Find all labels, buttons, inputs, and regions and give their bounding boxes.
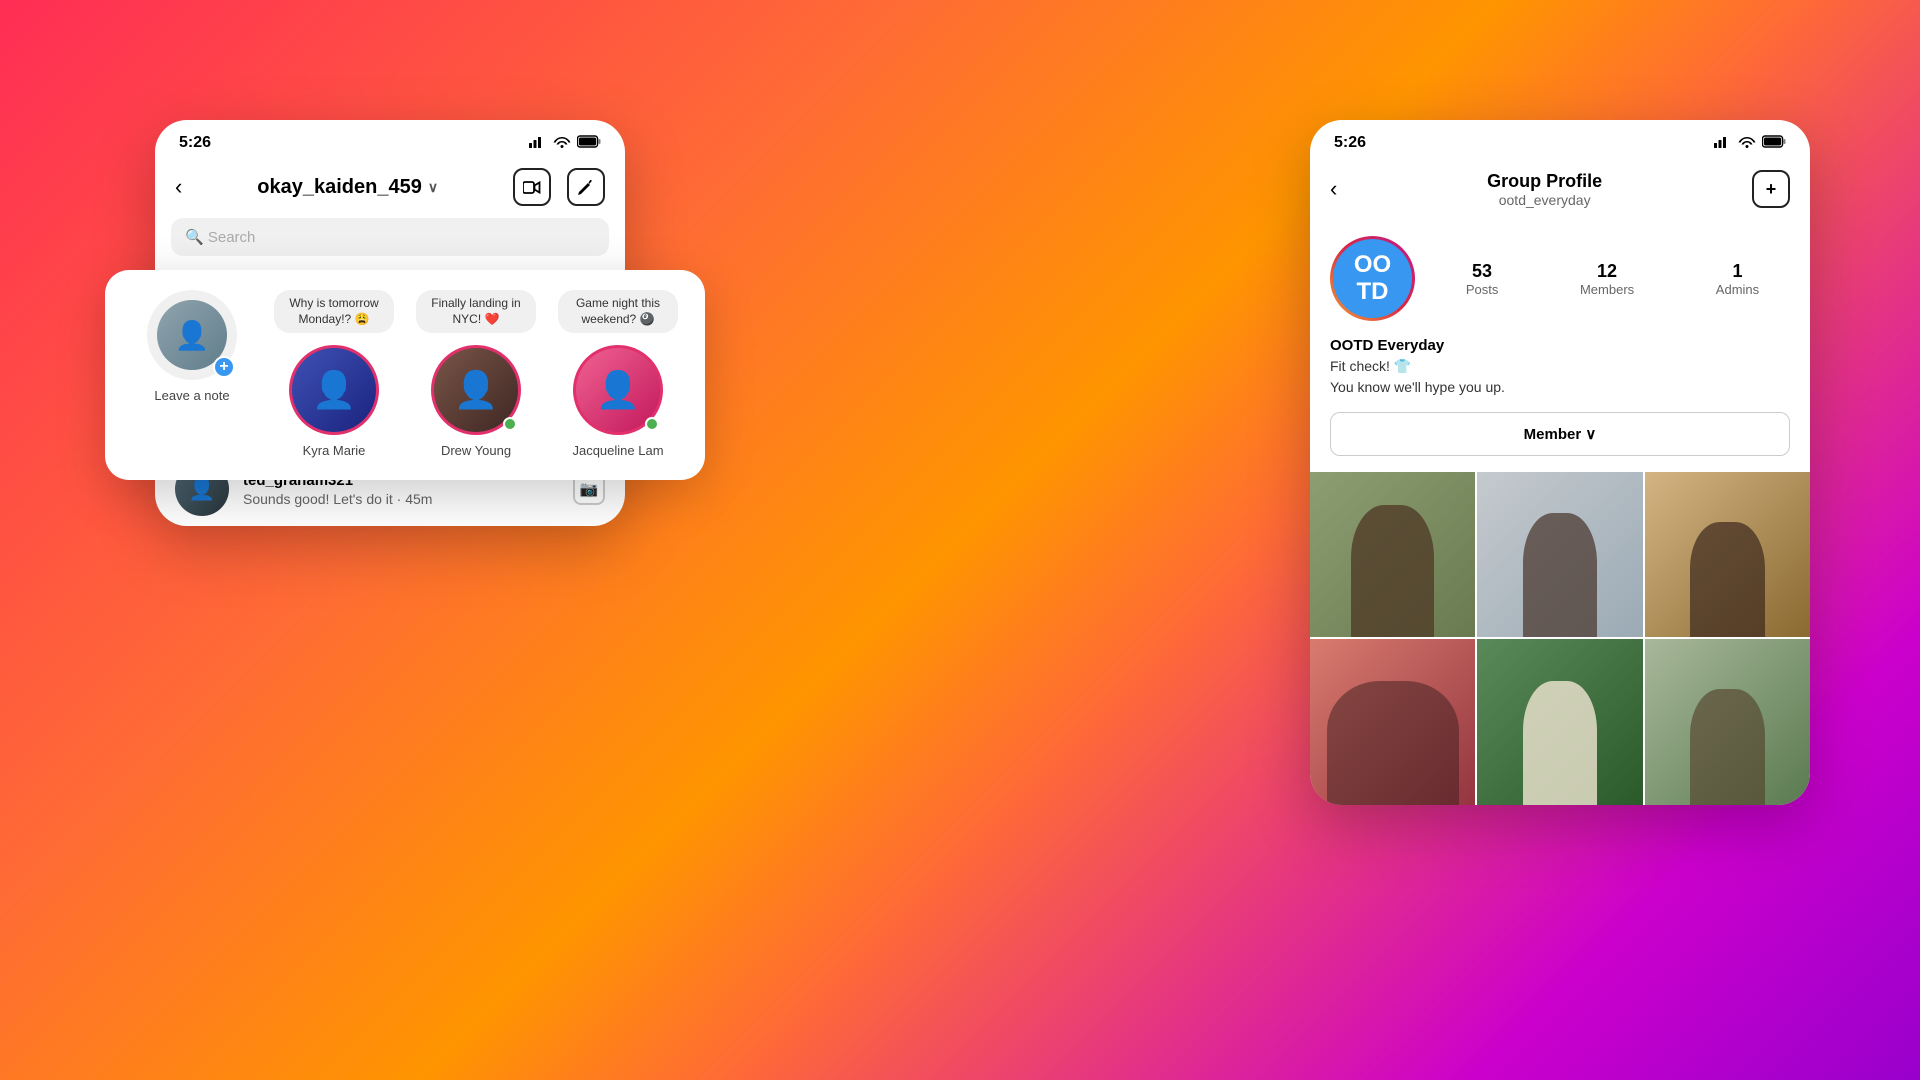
photo-cell-2[interactable] (1477, 472, 1642, 637)
story-label-jaq: Jacqueline Lam (572, 443, 663, 458)
edit-button[interactable] (567, 168, 605, 206)
back-button-right[interactable]: ‹ (1330, 176, 1337, 202)
story-avatar-kyra: 👤 (289, 345, 379, 435)
story-avatar-wrapper-drew: 👤 (431, 345, 521, 435)
photo-grid (1310, 472, 1810, 805)
video-call-button[interactable] (513, 168, 551, 206)
battery-icon-right (1762, 135, 1786, 152)
story-item-jaq[interactable]: Game night this weekend? 🎱 👤 Jacqueline … (555, 290, 681, 458)
group-nav: ‹ Group Profile ootd_everyday + (1310, 160, 1810, 220)
group-profile-section: OO TD 53 Posts 12 Members 1 Admins (1310, 220, 1810, 337)
nav-title-left: okay_kaiden_459 ∨ (257, 176, 438, 199)
time-right: 5:26 (1334, 134, 1366, 152)
group-profile-title: Group Profile (1487, 171, 1602, 192)
story-item-kyra[interactable]: Why is tomorrow Monday!? 😩 👤 Kyra Marie (271, 290, 397, 458)
status-icons-left (529, 134, 601, 152)
admins-label: Admins (1716, 282, 1759, 297)
status-bar-left: 5:26 (155, 120, 625, 160)
group-stats: 53 Posts 12 Members 1 Admins (1435, 261, 1790, 297)
time-left: 5:26 (179, 134, 211, 152)
nav-icons-left (513, 168, 605, 206)
bio-line-1: Fit check! 👕 (1330, 358, 1411, 374)
online-dot-jaq (645, 417, 659, 431)
stories-popup: 👤 + Leave a note Why is tomorrow Monday!… (105, 270, 705, 480)
admins-count: 1 (1716, 261, 1759, 282)
group-bio-text: Fit check! 👕 You know we'll hype you up. (1330, 356, 1790, 398)
signal-icon-right (1714, 135, 1732, 152)
members-count: 12 (1580, 261, 1634, 282)
photo-cell-6[interactable] (1645, 639, 1810, 804)
posts-label: Posts (1466, 282, 1499, 297)
group-avatar-inner: OO TD (1333, 239, 1412, 318)
story-label-drew: Drew Young (441, 443, 511, 458)
back-button-left[interactable]: ‹ (175, 174, 182, 200)
story-label-me: Leave a note (154, 388, 229, 403)
photo-cell-4[interactable] (1310, 639, 1475, 804)
photo-cell-5[interactable] (1477, 639, 1642, 804)
chevron-down-icon[interactable]: ∨ (428, 179, 438, 196)
story-item-me[interactable]: 👤 + Leave a note (129, 290, 255, 403)
search-bar[interactable]: 🔍 Search (171, 218, 609, 256)
member-button-label: Member ∨ (1524, 425, 1597, 443)
posts-count: 53 (1466, 261, 1499, 282)
bio-line-2: You know we'll hype you up. (1330, 379, 1505, 395)
members-label: Members (1580, 282, 1634, 297)
add-note-plus-icon: + (213, 356, 235, 378)
group-nav-center: Group Profile ootd_everyday (1487, 171, 1602, 208)
story-avatar-wrapper-jaq: 👤 (573, 345, 663, 435)
group-profile-subtitle: ootd_everyday (1487, 192, 1602, 208)
status-icons-right (1714, 134, 1786, 152)
group-avatar: OO TD (1330, 236, 1415, 321)
photo-cell-3[interactable] (1645, 472, 1810, 637)
wifi-icon (553, 134, 571, 152)
story-avatar-wrapper-kyra: 👤 (289, 345, 379, 435)
group-bio: OOTD Everyday Fit check! 👕 You know we'l… (1310, 337, 1810, 412)
add-note-avatar: 👤 + (147, 290, 237, 380)
group-name: OOTD Everyday (1330, 337, 1790, 354)
stat-posts: 53 Posts (1466, 261, 1499, 297)
add-to-group-button[interactable]: + (1752, 170, 1790, 208)
story-note-jaq: Game night this weekend? 🎱 (558, 290, 678, 333)
signal-icon (529, 135, 547, 152)
status-bar-right: 5:26 (1310, 120, 1810, 160)
story-item-drew[interactable]: Finally landing in NYC! ❤️ 👤 Drew Young (413, 290, 539, 458)
message-preview-3: Sounds good! Let's do it · 45m (243, 491, 559, 507)
stat-members: 12 Members (1580, 261, 1634, 297)
username-title: okay_kaiden_459 (257, 176, 422, 199)
online-dot-drew (503, 417, 517, 431)
wifi-icon-right (1738, 134, 1756, 152)
photo-cell-1[interactable] (1310, 472, 1475, 637)
plus-icon: + (1766, 179, 1777, 200)
group-avatar-text: OO TD (1354, 252, 1391, 305)
battery-icon (577, 135, 601, 152)
right-phone: 5:26 ‹ Group Profile ootd_everyday + OO (1310, 120, 1810, 805)
search-placeholder: Search (208, 229, 256, 246)
stat-admins: 1 Admins (1716, 261, 1759, 297)
nav-bar-left: ‹ okay_kaiden_459 ∨ (155, 160, 625, 218)
story-label-kyra: Kyra Marie (303, 443, 366, 458)
stories-row: 👤 + Leave a note Why is tomorrow Monday!… (129, 290, 681, 458)
story-note-kyra: Why is tomorrow Monday!? 😩 (274, 290, 394, 333)
member-button[interactable]: Member ∨ (1330, 412, 1790, 456)
story-note-drew: Finally landing in NYC! ❤️ (416, 290, 536, 333)
